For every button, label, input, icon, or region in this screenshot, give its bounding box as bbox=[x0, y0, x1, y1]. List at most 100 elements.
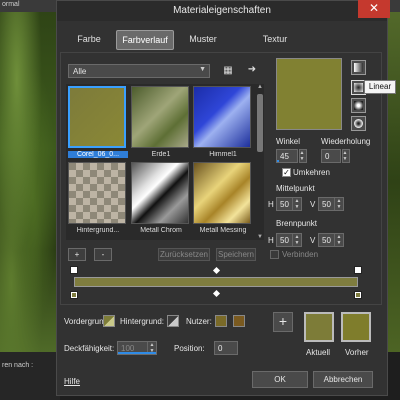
gradient-thumbnail bbox=[68, 86, 126, 148]
center-h-spinner[interactable]: 50 ▲ ▼ bbox=[276, 197, 302, 211]
center-v-spinner[interactable]: 50 ▲ ▼ bbox=[318, 197, 344, 211]
opacity-label: Deckfähigkeit: bbox=[64, 344, 115, 353]
spinner-arrows-icon[interactable]: ▲ ▼ bbox=[334, 198, 343, 210]
gradient-thumbnail bbox=[131, 162, 189, 224]
tab-textur[interactable]: Textur bbox=[252, 30, 298, 48]
reset-button[interactable]: Zurücksetzen bbox=[158, 248, 210, 261]
center-v-label: V bbox=[310, 200, 316, 209]
help-link[interactable]: Hilfe bbox=[64, 377, 80, 386]
scroll-down-icon[interactable]: ▼ bbox=[256, 234, 264, 240]
category-dropdown[interactable]: Alle ▼ bbox=[68, 64, 210, 78]
current-label: Aktuell bbox=[306, 348, 331, 357]
gallery-item-label: Metall Messing bbox=[199, 227, 247, 234]
foreground-swatch[interactable] bbox=[103, 315, 115, 327]
position-label: Position: bbox=[174, 344, 205, 353]
angle-arrows[interactable]: ▲ ▼ bbox=[299, 149, 307, 163]
gradient-bar[interactable] bbox=[74, 277, 358, 287]
gallery-item-label: Hintergrund... bbox=[76, 227, 120, 234]
angle-fill bbox=[277, 160, 280, 162]
background-swatch[interactable] bbox=[167, 315, 179, 327]
user-swatch-1[interactable] bbox=[215, 315, 227, 327]
position-value: 0 bbox=[218, 344, 223, 353]
focus-label: Brennpunkt bbox=[276, 219, 317, 228]
style-linear-button[interactable] bbox=[351, 60, 366, 75]
chevron-down-icon: ▼ bbox=[199, 66, 206, 73]
swap-colors-button[interactable]: + bbox=[273, 312, 293, 332]
tab-farbverlauf[interactable]: Farbverlauf bbox=[116, 30, 174, 50]
cancel-button[interactable]: Abbrechen bbox=[313, 371, 373, 388]
previous-label: Vorher bbox=[345, 348, 369, 357]
background-label: Hintergrund: bbox=[120, 317, 165, 326]
spinner-arrows-icon[interactable]: ▲ ▼ bbox=[292, 234, 301, 246]
gallery-item[interactable]: Corel_06_0... bbox=[68, 86, 128, 158]
center-v-value: 50 bbox=[322, 200, 331, 209]
scrollbar-thumb[interactable] bbox=[257, 94, 263, 152]
dialog-title: Materialeigenschaften bbox=[173, 5, 271, 16]
tab-muster[interactable]: Muster bbox=[178, 30, 228, 48]
angle-spinner[interactable]: 45 bbox=[276, 149, 298, 163]
tab-farbe[interactable]: Farbe bbox=[66, 30, 112, 48]
gallery-item-label: Corel_06_0... bbox=[68, 151, 128, 158]
transparency-midpoint[interactable] bbox=[212, 266, 221, 275]
focus-v-spinner[interactable]: 50 ▲ ▼ bbox=[318, 233, 344, 247]
category-value: Alle bbox=[73, 67, 87, 76]
gallery-item-label: Himmel1 bbox=[209, 151, 237, 158]
repeat-spinner[interactable]: 0 bbox=[321, 149, 341, 163]
transparency-stop[interactable] bbox=[354, 266, 362, 274]
color-midpoint[interactable] bbox=[212, 289, 221, 298]
previous-color-swatch[interactable] bbox=[341, 312, 371, 342]
position-field[interactable]: 0 bbox=[214, 341, 238, 355]
color-stop[interactable] bbox=[354, 291, 362, 299]
tab-bar: Farbe Farbverlauf Muster Textur bbox=[60, 30, 380, 50]
repeat-label: Wiederholung bbox=[321, 137, 371, 146]
angle-label: Winkel bbox=[276, 137, 301, 146]
gradient-thumbnail bbox=[68, 162, 126, 224]
linear-style-icon bbox=[354, 63, 363, 72]
invert-checkbox[interactable]: ✓ bbox=[282, 168, 291, 177]
angle-value: 45 bbox=[280, 152, 289, 161]
current-color-swatch bbox=[304, 312, 334, 342]
gallery-item[interactable]: Himmel1 bbox=[193, 86, 251, 158]
color-stop[interactable] bbox=[70, 291, 78, 299]
opacity-level-fill bbox=[118, 352, 156, 354]
remove-gradient-button[interactable]: - bbox=[94, 248, 112, 261]
focus-v-value: 50 bbox=[322, 236, 331, 245]
gallery-item[interactable]: Metall Chrom bbox=[131, 162, 189, 234]
invert-label: Umkehren bbox=[293, 168, 330, 177]
save-button[interactable]: Speichern bbox=[216, 248, 256, 261]
spinner-arrows-icon[interactable]: ▲ ▼ bbox=[292, 198, 301, 210]
user-swatch-2[interactable] bbox=[233, 315, 245, 327]
transparency-stop[interactable] bbox=[70, 266, 78, 274]
repeat-arrows[interactable]: ▲ ▼ bbox=[342, 149, 350, 163]
add-gradient-button[interactable]: + bbox=[68, 248, 86, 261]
scroll-up-icon[interactable]: ▲ bbox=[256, 84, 264, 90]
focus-v-label: V bbox=[310, 236, 316, 245]
canvas-photo-left bbox=[0, 12, 56, 352]
status-text: ren nach : bbox=[2, 362, 34, 369]
style-tooltip: Linear bbox=[364, 80, 396, 94]
gallery-scrollbar[interactable]: ▲ ▼ bbox=[256, 84, 264, 240]
gallery-item[interactable]: Hintergrund... bbox=[68, 162, 126, 234]
arrow-right-icon[interactable]: ➜ bbox=[245, 63, 259, 77]
status-area: ren nach : bbox=[0, 352, 60, 400]
center-h-value: 50 bbox=[280, 200, 289, 209]
spinner-arrows-icon[interactable]: ▲ ▼ bbox=[334, 234, 343, 246]
focus-h-label: H bbox=[268, 236, 274, 245]
gallery-item[interactable]: Erde1 bbox=[131, 86, 189, 158]
dialog-titlebar: Materialeigenschaften bbox=[57, 1, 387, 21]
gallery-item[interactable]: Metall Messing bbox=[193, 162, 251, 234]
library-icon[interactable]: ▦ bbox=[221, 64, 235, 78]
close-button[interactable]: ✕ bbox=[358, 0, 390, 18]
gradient-preview bbox=[276, 58, 342, 130]
link-checkbox[interactable] bbox=[270, 250, 279, 259]
gradient-editor bbox=[66, 264, 366, 300]
gradient-thumbnail bbox=[131, 86, 189, 148]
rectangular-style-icon bbox=[354, 83, 363, 92]
style-sunburst-button[interactable] bbox=[351, 98, 366, 113]
gradient-thumbnail bbox=[193, 162, 251, 224]
opacity-spinner[interactable]: 100 ▲ ▼ bbox=[117, 341, 157, 355]
canvas-photo-right bbox=[386, 12, 400, 352]
style-radial-button[interactable] bbox=[351, 116, 366, 131]
ok-button[interactable]: OK bbox=[252, 371, 308, 388]
focus-h-spinner[interactable]: 50 ▲ ▼ bbox=[276, 233, 302, 247]
